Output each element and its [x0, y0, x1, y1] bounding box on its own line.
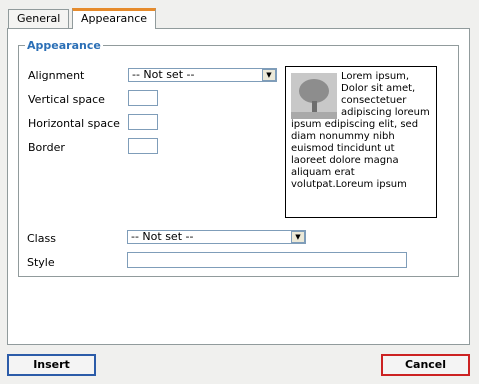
cancel-button-label: Cancel [404, 358, 447, 371]
tab-general-label: General [17, 12, 61, 25]
tab-general[interactable]: General [8, 9, 70, 28]
horizontal-space-input[interactable] [128, 114, 158, 130]
insert-button[interactable]: Insert [7, 354, 96, 376]
cancel-button[interactable]: Cancel [381, 354, 470, 376]
class-label: Class [27, 232, 56, 245]
alignment-value: -- Not set -- [132, 68, 195, 81]
border-label: Border [28, 141, 65, 154]
alignment-select[interactable]: -- Not set -- ▼ [128, 68, 277, 82]
style-input[interactable] [127, 252, 407, 268]
tree-thumbnail-icon [291, 73, 337, 119]
image-preview: Lorem ipsum, Dolor sit amet, consectetue… [285, 66, 437, 218]
appearance-legend: Appearance [27, 39, 101, 52]
vertical-space-input[interactable] [128, 90, 158, 106]
border-input[interactable] [128, 138, 158, 154]
tab-appearance-label: Appearance [81, 12, 148, 25]
vertical-space-label: Vertical space [28, 93, 105, 106]
alignment-label: Alignment [28, 69, 85, 82]
class-value: -- Not set -- [131, 230, 194, 243]
chevron-down-icon[interactable]: ▼ [262, 69, 276, 81]
insert-button-label: Insert [33, 358, 70, 371]
horizontal-space-label: Horizontal space [28, 117, 120, 130]
chevron-down-icon[interactable]: ▼ [291, 231, 305, 243]
style-label: Style [27, 256, 55, 269]
tab-appearance[interactable]: Appearance [72, 8, 157, 29]
class-select[interactable]: -- Not set -- ▼ [127, 230, 306, 244]
tab-panel: Appearance Alignment -- Not set -- ▼ Ver… [7, 28, 470, 345]
